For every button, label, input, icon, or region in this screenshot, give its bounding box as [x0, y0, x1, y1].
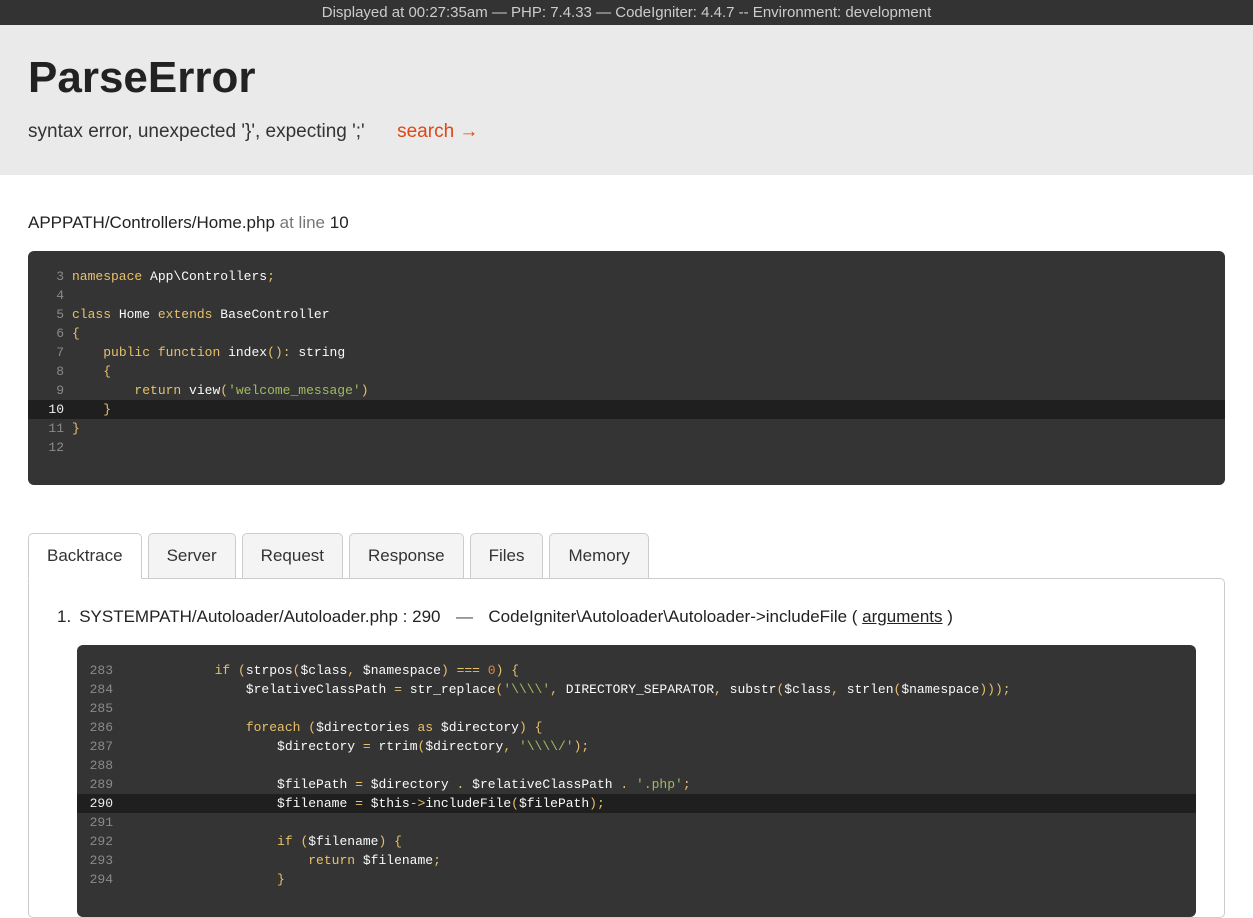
search-link[interactable]: search →	[397, 121, 478, 142]
file-location: APPPATH/Controllers/Home.php at line 10	[28, 213, 1225, 233]
trace-separator: —	[456, 607, 473, 626]
tab-response[interactable]: Response	[349, 533, 464, 579]
file-path: APPPATH/Controllers/Home.php	[28, 213, 275, 232]
tab-panel-backtrace: 1. SYSTEMPATH/Autoloader/Autoloader.php …	[28, 578, 1225, 918]
tab-backtrace[interactable]: Backtrace	[28, 533, 142, 579]
trace-index: 1.	[57, 607, 71, 627]
error-title: ParseError	[28, 53, 1225, 103]
trace-call: CodeIgniter\Autoloader\Autoloader->inclu…	[488, 607, 857, 626]
error-line-number: 10	[330, 213, 349, 232]
trace-file: SYSTEMPATH/Autoloader/Autoloader.php : 2…	[79, 607, 440, 626]
tab-files[interactable]: Files	[470, 533, 544, 579]
tabs-bar: Backtrace Server Request Response Files …	[28, 533, 1225, 579]
trace-source-block: 283 if (strpos($class, $namespace) === 0…	[77, 645, 1196, 917]
at-line-label: at line	[275, 213, 330, 232]
highlighted-trace-line: 290 $filename = $this->includeFile($file…	[77, 794, 1196, 813]
highlighted-error-line: 10 }	[28, 400, 1225, 419]
trace-entry: 1. SYSTEMPATH/Autoloader/Autoloader.php …	[57, 607, 1196, 627]
error-header: ParseError syntax error, unexpected '}',…	[0, 25, 1253, 175]
source-code-block: 3namespace App\Controllers; 4 5class Hom…	[28, 251, 1225, 485]
tab-server[interactable]: Server	[148, 533, 236, 579]
tab-memory[interactable]: Memory	[549, 533, 648, 579]
status-bar: Displayed at 00:27:35am — PHP: 7.4.33 — …	[0, 0, 1253, 25]
tab-request[interactable]: Request	[242, 533, 343, 579]
trace-arguments-link[interactable]: arguments	[862, 607, 942, 626]
error-message: syntax error, unexpected '}', expecting …	[28, 121, 365, 142]
trace-close-paren: )	[947, 607, 953, 626]
